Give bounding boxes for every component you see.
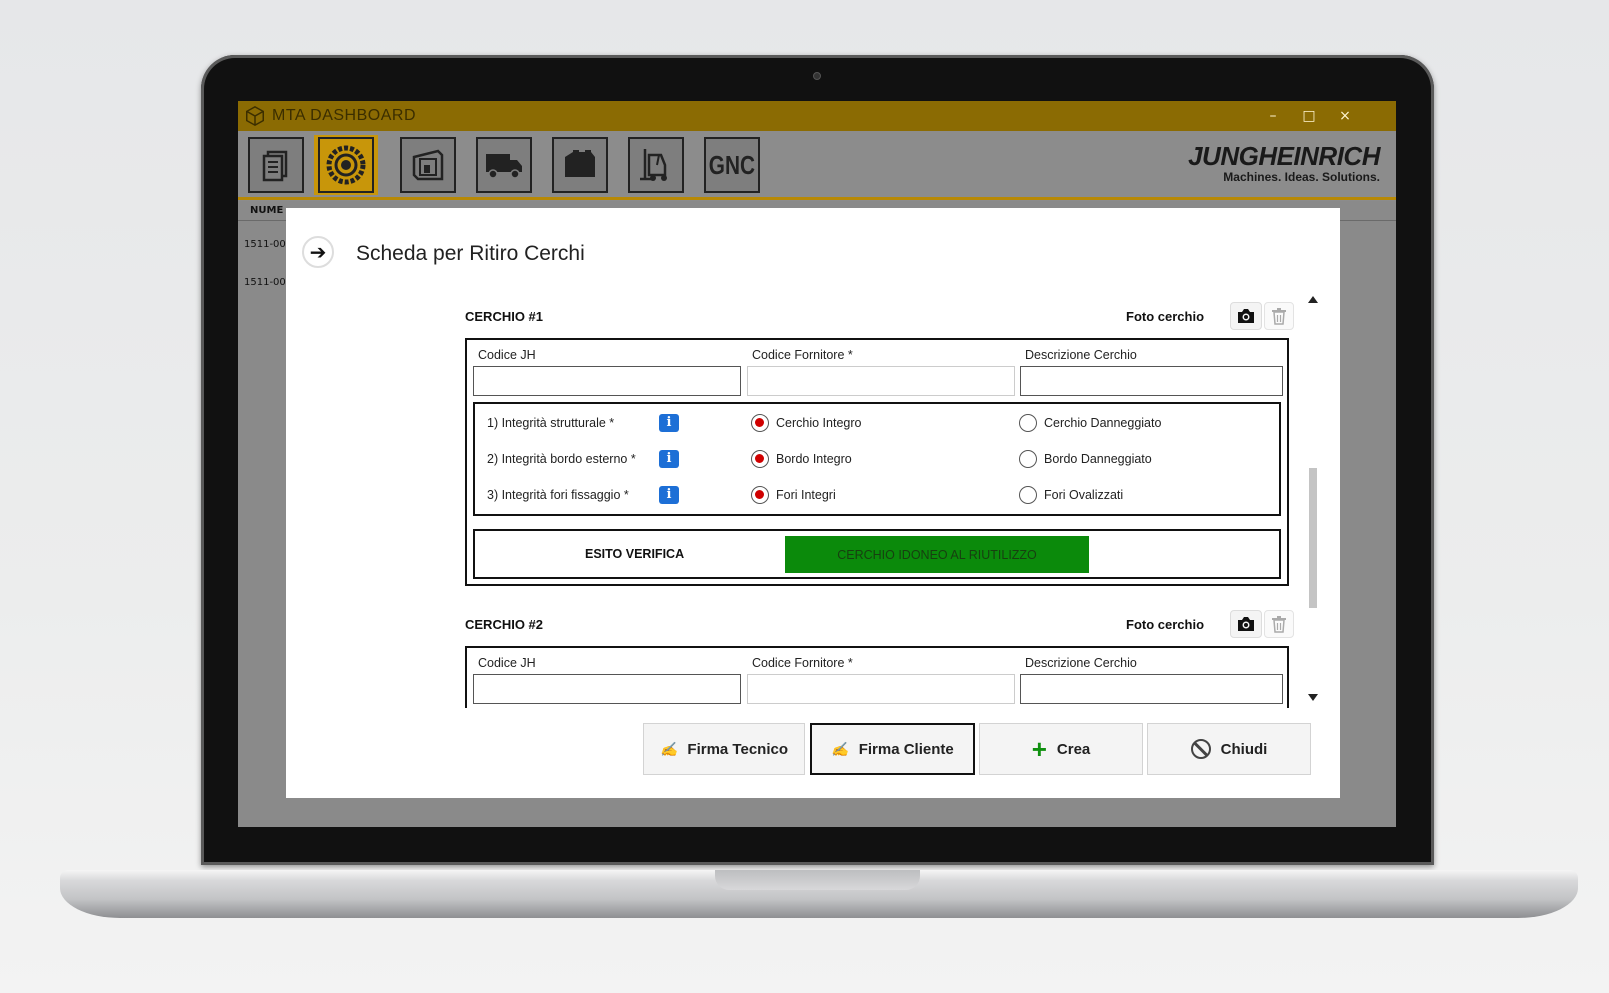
dialog-scroll-area[interactable]: CERCHIO #1 Foto cerchio Codice JH Codice… xyxy=(286,288,1340,708)
tire-button[interactable] xyxy=(314,135,378,195)
gnc-label: GNC xyxy=(708,149,756,180)
radio-fori-integri[interactable] xyxy=(751,486,769,504)
laptop-notch xyxy=(715,870,920,890)
verification-questions: 1) Integrità strutturale * i Cerchio Int… xyxy=(473,402,1281,516)
cube-icon xyxy=(246,105,264,127)
question-label: 1) Integrità strutturale * xyxy=(487,416,615,430)
codice-jh-input[interactable] xyxy=(473,674,741,704)
app-title: MTA DASHBOARD xyxy=(272,107,416,124)
cancel-icon xyxy=(1190,739,1211,759)
crea-label: Crea xyxy=(1056,740,1091,758)
delete-photo-button[interactable] xyxy=(1264,610,1294,638)
codice-fornitore-input[interactable] xyxy=(747,366,1015,396)
radio-cerchio-integro[interactable] xyxy=(751,414,769,432)
background-row: 1511-00 xyxy=(244,277,286,288)
van-icon xyxy=(486,154,522,179)
camera-button[interactable] xyxy=(1230,610,1262,638)
radio-label: Bordo Danneggiato xyxy=(1044,452,1152,466)
jungheinrich-logo: JUNGHEINRICH Machines. Ideas. Solutions. xyxy=(1188,141,1380,184)
background-column-header: NUME xyxy=(250,205,284,216)
codice-fornitore-input[interactable] xyxy=(747,674,1015,704)
frame-button[interactable] xyxy=(400,137,456,193)
tire-icon xyxy=(326,145,366,185)
documents-icon xyxy=(262,150,288,182)
van-button[interactable] xyxy=(476,137,532,193)
descrizione-cerchio-label: Descrizione Cerchio xyxy=(1025,656,1137,670)
cerchio-2-card: Codice JH Codice Fornitore * Descrizione… xyxy=(465,646,1289,708)
title-bar: MTA DASHBOARD – □ × xyxy=(238,101,1396,131)
codice-jh-input[interactable] xyxy=(473,366,741,396)
descrizione-cerchio-label: Descrizione Cerchio xyxy=(1025,348,1137,362)
radio-bordo-danneggiato[interactable] xyxy=(1019,450,1037,468)
signature-icon: ✍ xyxy=(659,740,678,757)
info-icon[interactable]: i xyxy=(659,414,679,432)
radio-label: Bordo Integro xyxy=(776,452,852,466)
back-arrow-icon[interactable]: ➔ xyxy=(302,236,334,268)
close-button[interactable]: × xyxy=(1327,101,1363,131)
scroll-up-arrow-icon[interactable] xyxy=(1308,296,1318,303)
esito-verifica-box: ESITO VERIFICA CERCHIO IDONEO AL RIUTILI… xyxy=(473,529,1281,579)
background-row: 1511-00 xyxy=(244,239,286,250)
radio-label: Cerchio Danneggiato xyxy=(1044,416,1162,430)
codice-jh-label: Codice JH xyxy=(478,348,536,362)
firma-tecnico-label: Firma Tecnico xyxy=(687,740,789,758)
scroll-down-arrow-icon[interactable] xyxy=(1308,694,1318,701)
plus-icon: + xyxy=(1031,734,1047,764)
esito-result-badge: CERCHIO IDONEO AL RIUTILIZZO xyxy=(785,536,1089,573)
camera-button[interactable] xyxy=(1230,302,1262,330)
logo-brand: JUNGHEINRICH xyxy=(1188,141,1380,171)
camera-icon xyxy=(1238,617,1254,631)
crea-button[interactable]: + Crea xyxy=(979,723,1143,775)
toolbar-divider xyxy=(238,197,1396,200)
chiudi-label: Chiudi xyxy=(1220,740,1268,758)
question-label: 3) Integrità fori fissaggio * xyxy=(487,488,629,502)
cerchio-1-card: Codice JH Codice Fornitore * Descrizione… xyxy=(465,338,1289,586)
esito-verifica-label: ESITO VERIFICA xyxy=(585,547,685,561)
cerchio-2-heading: CERCHIO #2 xyxy=(465,617,544,632)
toolbar: GNC JUNGHEINRICH Machines. Ideas. Soluti… xyxy=(238,131,1396,201)
logo-tagline: Machines. Ideas. Solutions. xyxy=(1223,170,1380,184)
trash-icon xyxy=(1272,308,1286,325)
firma-cliente-label: Firma Cliente xyxy=(858,740,954,758)
minimize-button[interactable]: – xyxy=(1255,101,1291,131)
signature-icon: ✍ xyxy=(831,740,849,757)
frame-icon xyxy=(412,149,444,181)
firma-tecnico-button[interactable]: ✍ Firma Tecnico xyxy=(643,723,805,775)
descrizione-cerchio-input[interactable] xyxy=(1020,366,1283,396)
camera-icon xyxy=(1238,309,1254,323)
radio-label: Cerchio Integro xyxy=(776,416,862,430)
radio-label: Fori Integri xyxy=(776,488,836,502)
ritiro-cerchi-dialog: ➔ Scheda per Ritiro Cerchi CERCHIO #1 Fo… xyxy=(286,208,1340,798)
question-label: 2) Integrità bordo esterno * xyxy=(487,452,636,466)
codice-jh-label: Codice JH xyxy=(478,656,536,670)
firma-cliente-button[interactable]: ✍ Firma Cliente xyxy=(810,723,975,775)
radio-label: Fori Ovalizzati xyxy=(1044,488,1124,502)
documents-button[interactable] xyxy=(248,137,304,193)
info-icon[interactable]: i xyxy=(659,450,679,468)
info-icon[interactable]: i xyxy=(659,486,679,504)
maximize-button[interactable]: □ xyxy=(1291,101,1327,131)
foto-cerchio-label: Foto cerchio xyxy=(1126,617,1205,632)
screen: MTA DASHBOARD – □ × GNC JUNGHEINRICH Mac… xyxy=(238,101,1396,827)
radio-fori-ovalizzati[interactable] xyxy=(1019,486,1037,504)
radio-bordo-integro[interactable] xyxy=(751,450,769,468)
descrizione-cerchio-input[interactable] xyxy=(1020,674,1283,704)
forklift-icon xyxy=(640,149,667,181)
cerchio-1-heading: CERCHIO #1 xyxy=(465,309,544,324)
battery-icon xyxy=(565,150,595,177)
delete-photo-button[interactable] xyxy=(1264,302,1294,330)
codice-fornitore-label: Codice Fornitore * xyxy=(752,348,853,362)
gnc-button[interactable]: GNC xyxy=(704,137,760,193)
camera xyxy=(813,72,821,80)
dialog-title: Scheda per Ritiro Cerchi xyxy=(356,242,585,265)
codice-fornitore-label: Codice Fornitore * xyxy=(752,656,853,670)
vertical-scrollbar[interactable] xyxy=(1308,288,1318,708)
chiudi-button[interactable]: Chiudi xyxy=(1147,723,1311,775)
forklift-button[interactable] xyxy=(628,137,684,193)
foto-cerchio-label: Foto cerchio xyxy=(1126,309,1205,324)
battery-button[interactable] xyxy=(552,137,608,193)
radio-cerchio-danneggiato[interactable] xyxy=(1019,414,1037,432)
trash-icon xyxy=(1272,616,1286,633)
scroll-thumb[interactable] xyxy=(1309,468,1317,608)
